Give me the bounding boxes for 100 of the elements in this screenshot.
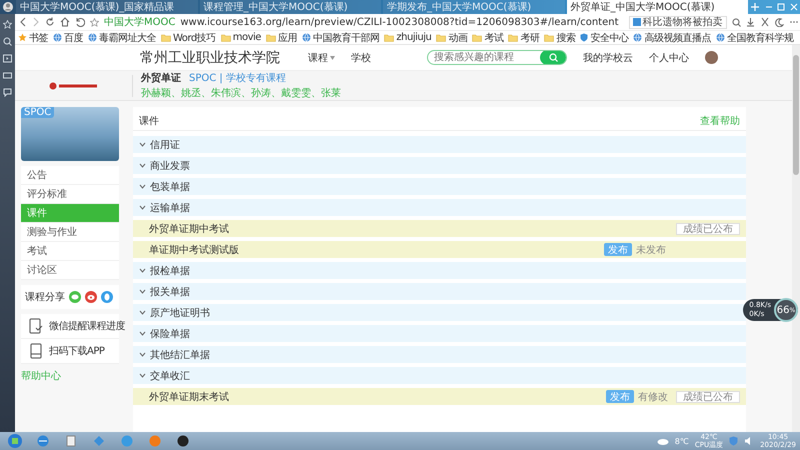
chapter-row[interactable]: 报检单据 (133, 262, 746, 279)
chevron-icon (139, 268, 146, 273)
star-icon[interactable] (3, 20, 12, 29)
exam-row[interactable]: 单证期中考试测试版 发布 未发布 (133, 241, 746, 258)
address-url[interactable]: www.icourse163.org/learn/preview/CZILI-1002308008?tid=1206098303#/learn/content (180, 16, 619, 28)
score-status-label: 成绩已公布 (676, 222, 740, 234)
chapter-row[interactable]: 原产地证明书 (133, 304, 746, 321)
chat-icon[interactable] (3, 88, 12, 97)
nav-link[interactable]: 课程 (308, 50, 335, 64)
nav-link[interactable]: 学校 (351, 50, 371, 64)
new-tab-icon[interactable] (750, 0, 760, 14)
chapter-row[interactable]: 其他结汇单据 (133, 346, 746, 363)
sidebar-item[interactable]: 考试 (21, 242, 119, 261)
chapter-row[interactable]: 交单收汇 (133, 367, 746, 384)
bookmark-label: zhujiuju (396, 32, 432, 43)
folder-icon (544, 34, 554, 42)
bookmark-item[interactable]: 应用 (266, 30, 297, 44)
bookmark-item[interactable]: zhujiuju (384, 32, 432, 43)
moon-icon[interactable] (774, 18, 784, 26)
app-item-label: 微信提醒课程进度 (49, 320, 125, 333)
back-icon[interactable] (19, 17, 27, 27)
avatar[interactable] (705, 51, 718, 64)
folder-icon (436, 34, 446, 42)
exam-title: 单证期中考试测试版 (149, 244, 239, 256)
chevron-icon (139, 331, 146, 336)
sidebar-item[interactable]: 讨论区 (21, 261, 119, 280)
share-label: 课程分享 (25, 290, 65, 304)
browser-tab[interactable]: 中国大学MOOC(慕课)_国家精品课 (16, 0, 198, 14)
user-avatar-icon[interactable] (2, 0, 14, 12)
search-icon[interactable] (732, 18, 741, 26)
exam-row[interactable]: 外贸单证期末考试 发布 有修改 成绩已公布 (133, 388, 746, 405)
chevron-icon (139, 289, 146, 294)
course-search-field[interactable]: 搜索感兴趣的课程 (427, 50, 567, 65)
folder-icon (266, 34, 276, 42)
teacher-names: 孙赫颖、姚丞、朱伟滨、孙涛、戴雯雯、张莱 (141, 86, 341, 100)
header-link[interactable]: 我的学校云 (583, 50, 633, 64)
chevron-icon (139, 310, 146, 315)
bookmark-label: 书签 (29, 32, 48, 44)
header-link[interactable]: 个人中心 (649, 50, 689, 64)
bookmark-label: 全国教育科学规 (726, 32, 794, 44)
exam-title: 外贸单证期末考试 (149, 390, 229, 404)
bookmark-label: Word技巧 (173, 32, 216, 44)
bookmark-item[interactable]: 安全中心 (580, 30, 628, 44)
chapter-title: 商业发票 (150, 160, 190, 172)
eye-icon[interactable] (85, 291, 97, 303)
chapter-row[interactable]: 包装单据 (133, 178, 746, 195)
spoc-ribbon: SPOC (21, 107, 54, 118)
school-title: 常州工业职业技术学院 (140, 48, 280, 66)
chapter-row[interactable]: 运输单据 (133, 199, 746, 216)
bookmark-item[interactable]: 中国教育干部网 (302, 30, 380, 44)
chapter-row[interactable]: 报关单据 (133, 283, 746, 300)
bookmark-item[interactable]: 毒霸网址大全 (88, 30, 156, 44)
bookmark-item[interactable]: 动画 (436, 30, 468, 44)
publish-status: 有修改 (638, 390, 668, 404)
sidebar-item[interactable]: 测验与作业 (21, 223, 119, 242)
browser-tab[interactable]: 外贸单证_中国大学MOOC(慕课) (566, 0, 748, 14)
exam-row[interactable]: 外贸单证期中考试 成绩已公布 (133, 220, 746, 237)
home-icon[interactable] (60, 17, 70, 27)
shield-icon (580, 33, 588, 42)
bookmark-item[interactable]: 搜索 (544, 30, 576, 44)
chapter-row[interactable]: 信用证 (133, 136, 746, 153)
publish-status: 未发布 (636, 244, 666, 256)
chapter-title: 运输单据 (150, 202, 190, 214)
chapter-row[interactable]: 商业发票 (133, 157, 746, 174)
bookmark-label: movie (232, 32, 261, 43)
chapter-title: 包装单据 (150, 180, 190, 194)
chapter-title: 原产地证明书 (150, 306, 210, 320)
bookmark-label: 搜索 (556, 32, 576, 44)
folder-icon (384, 34, 394, 42)
bookmark-item[interactable]: Word技巧 (161, 30, 216, 44)
school-logo-icon (48, 82, 98, 90)
browser-tab[interactable]: 课程管理_中国大学MOOC(慕课) (200, 0, 381, 14)
bookmark-item[interactable]: 考试 (472, 30, 504, 44)
folder-icon (220, 34, 231, 42)
refresh-icon[interactable] (45, 17, 55, 27)
star-outline-icon[interactable] (90, 18, 99, 26)
browser-search-field[interactable]: 科比遗物将被拍卖 (628, 16, 727, 28)
download-icon[interactable] (746, 17, 755, 27)
bookmark-item[interactable]: 书签 (18, 30, 48, 44)
chat-bubble-icon[interactable] (69, 291, 81, 303)
chapter-title: 报关单据 (150, 286, 190, 298)
app-item[interactable]: 扫码下载APP (21, 339, 119, 364)
course-title: 外贸单证 (141, 72, 181, 85)
sidebar-item[interactable]: 公告 (21, 166, 119, 185)
star-icon (18, 33, 27, 42)
app-item-label: 扫码下载APP (49, 344, 104, 358)
bookmark-item[interactable]: movie (220, 32, 261, 43)
site-name-label: 中国大学MOOC (104, 16, 176, 29)
bookmark-label: 安全中心 (590, 32, 628, 44)
browser-tab[interactable]: 学期发布_中国大学MOOC(慕课) (383, 0, 564, 14)
search-button[interactable] (540, 51, 566, 64)
video-icon[interactable] (3, 54, 12, 63)
bookmark-item[interactable]: 全国教育科学规 (716, 30, 794, 44)
phone-check-icon (29, 318, 43, 334)
phone-icon (29, 343, 43, 359)
chapter-row[interactable]: 保险单据 (133, 325, 746, 342)
bookmark-item[interactable]: 百度 (53, 30, 83, 44)
bookmark-item[interactable]: 考研 (508, 30, 540, 44)
bookmark-item[interactable]: 高级视频直播点 (633, 30, 711, 44)
undo-icon[interactable] (75, 17, 85, 27)
